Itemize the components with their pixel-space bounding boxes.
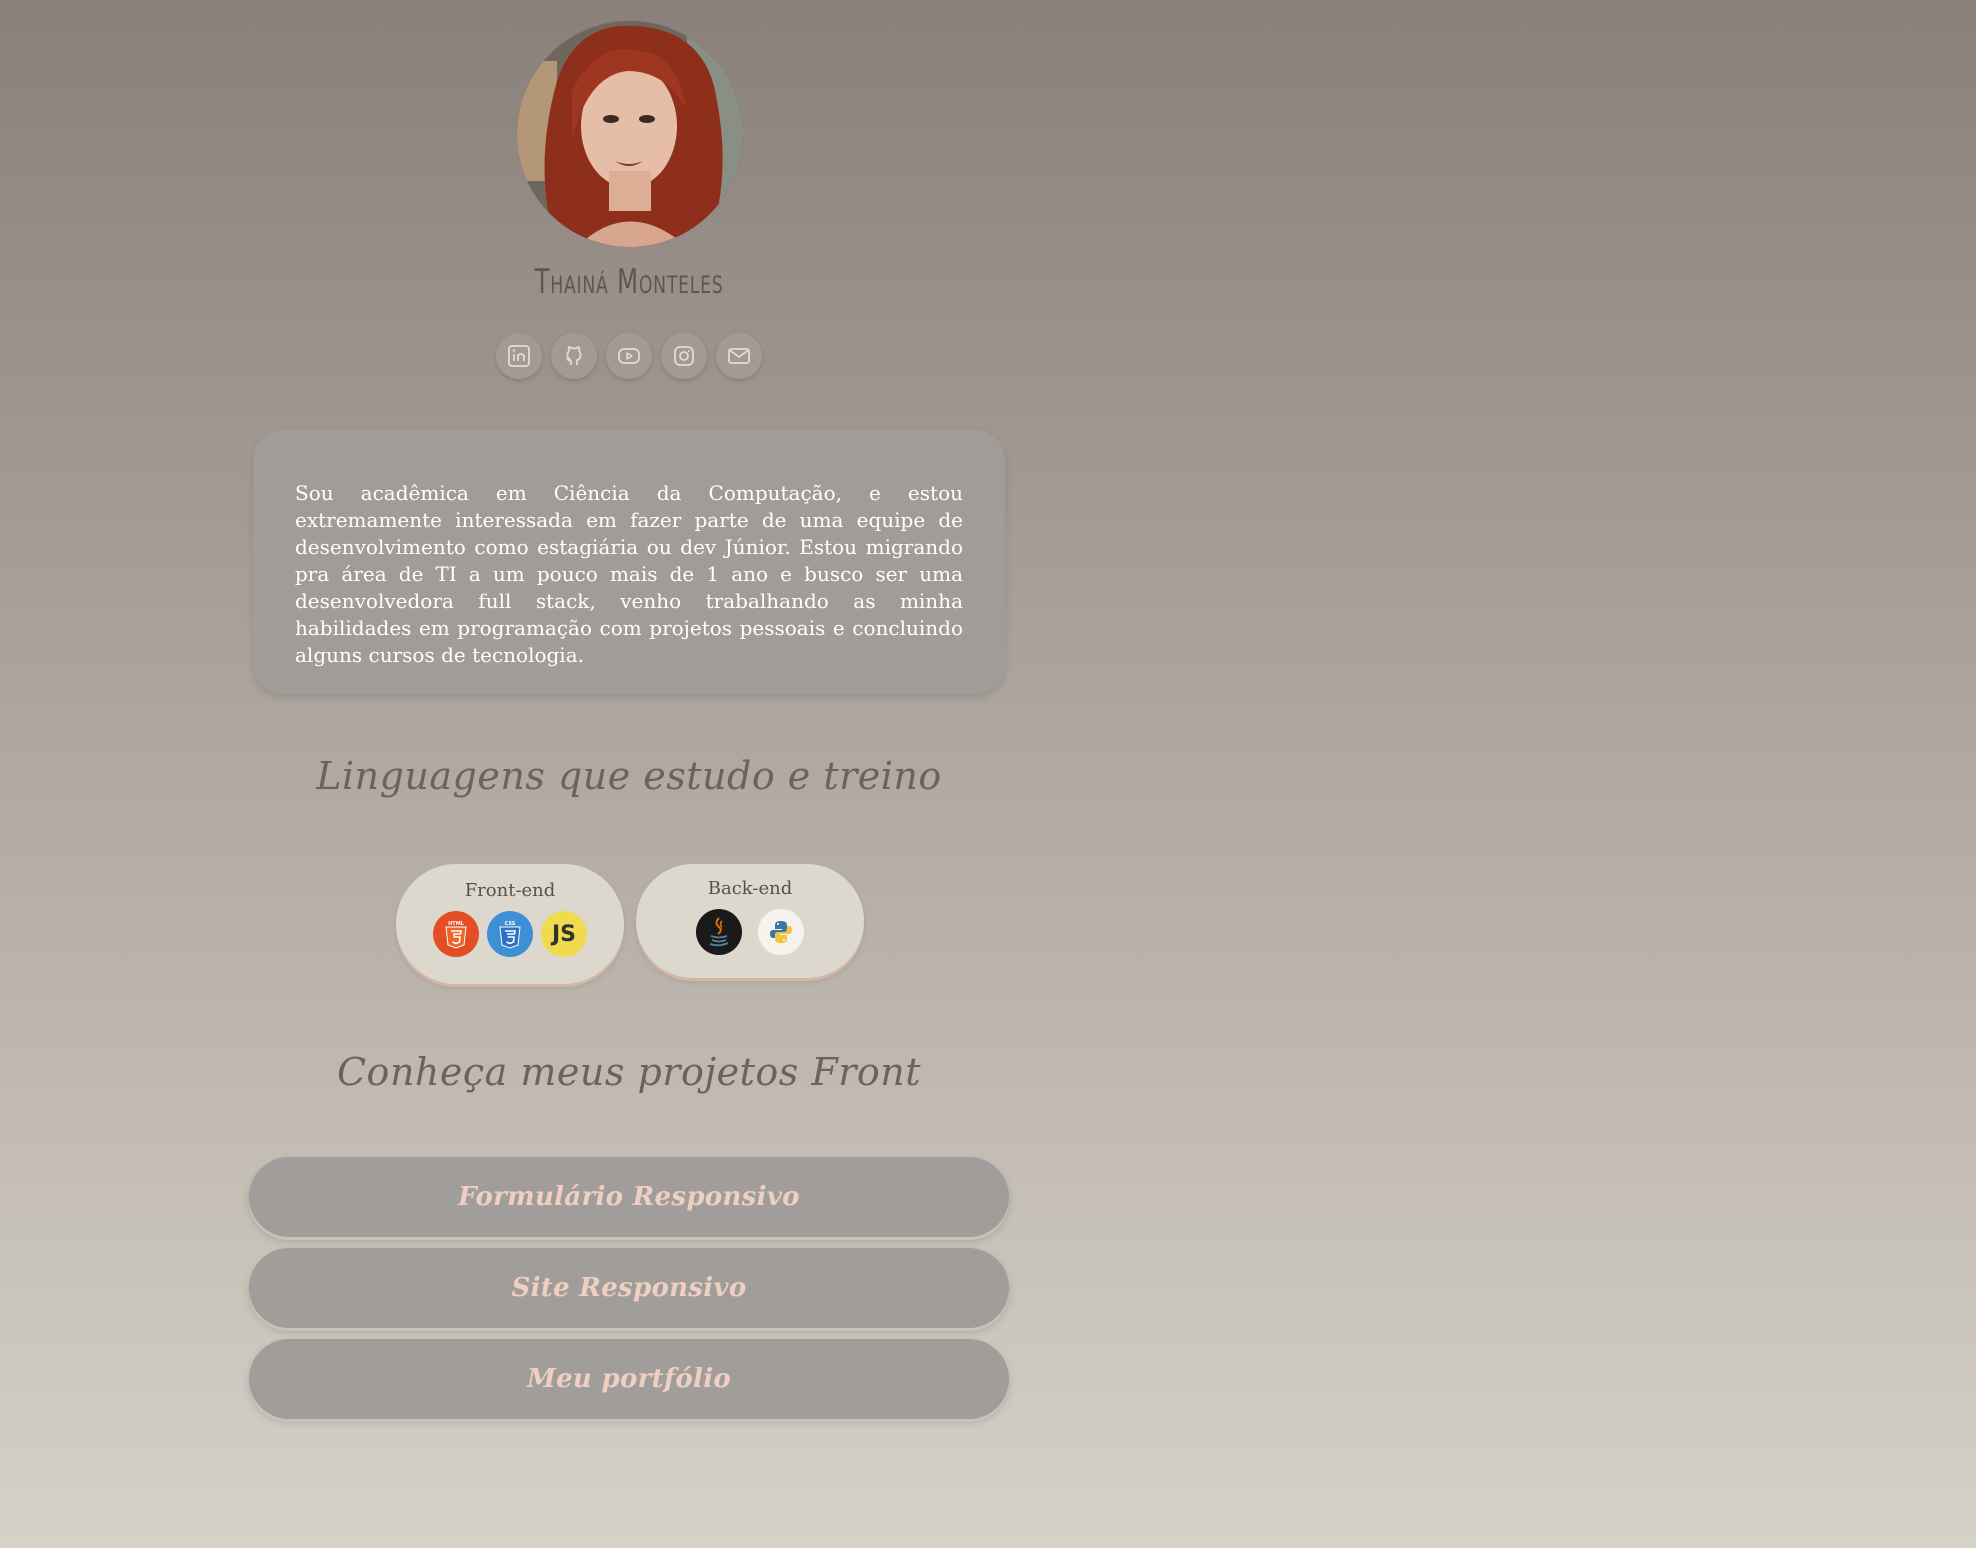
projects-title: Conheça meus projetos Front <box>336 1050 921 1094</box>
html5-icon: HTML <box>433 911 479 957</box>
github-icon <box>566 346 582 365</box>
about-text: Sou acadêmica em Ciência da Computação, … <box>295 481 963 667</box>
linkedin-link[interactable] <box>496 333 542 379</box>
frontend-card: Front-end HTML CSS JS <box>396 864 624 984</box>
project-button-portfolio[interactable]: Meu portfólio <box>249 1339 1009 1419</box>
linkedin-icon <box>508 345 530 367</box>
instagram-icon <box>674 346 694 366</box>
youtube-link[interactable] <box>606 333 652 379</box>
css3-icon: CSS <box>487 911 533 957</box>
python-icon <box>758 909 804 955</box>
project-button-site[interactable]: Site Responsivo <box>249 1248 1009 1328</box>
javascript-icon: JS <box>541 911 587 957</box>
project-button-formulario[interactable]: Formulário Responsivo <box>249 1157 1009 1237</box>
social-links <box>248 333 1010 379</box>
instagram-link[interactable] <box>661 333 707 379</box>
about-card: Sou acadêmica em Ciência da Computação, … <box>253 430 1005 694</box>
backend-label: Back-end <box>707 878 793 899</box>
frontend-label: Front-end <box>464 880 556 901</box>
backend-card: Back-end <box>636 864 864 978</box>
backend-icons <box>636 909 864 955</box>
mail-icon <box>728 348 750 364</box>
youtube-icon <box>618 348 640 364</box>
mail-link[interactable] <box>716 333 762 379</box>
avatar <box>517 21 743 247</box>
github-link[interactable] <box>551 333 597 379</box>
svg-text:HTML: HTML <box>448 921 465 927</box>
svg-text:CSS: CSS <box>505 921 516 927</box>
profile-name: Thainá Monteles <box>534 262 724 302</box>
java-icon <box>696 909 742 955</box>
frontend-icons: HTML CSS JS <box>396 911 624 957</box>
languages-title: Linguagens que estudo e treino <box>316 754 942 798</box>
